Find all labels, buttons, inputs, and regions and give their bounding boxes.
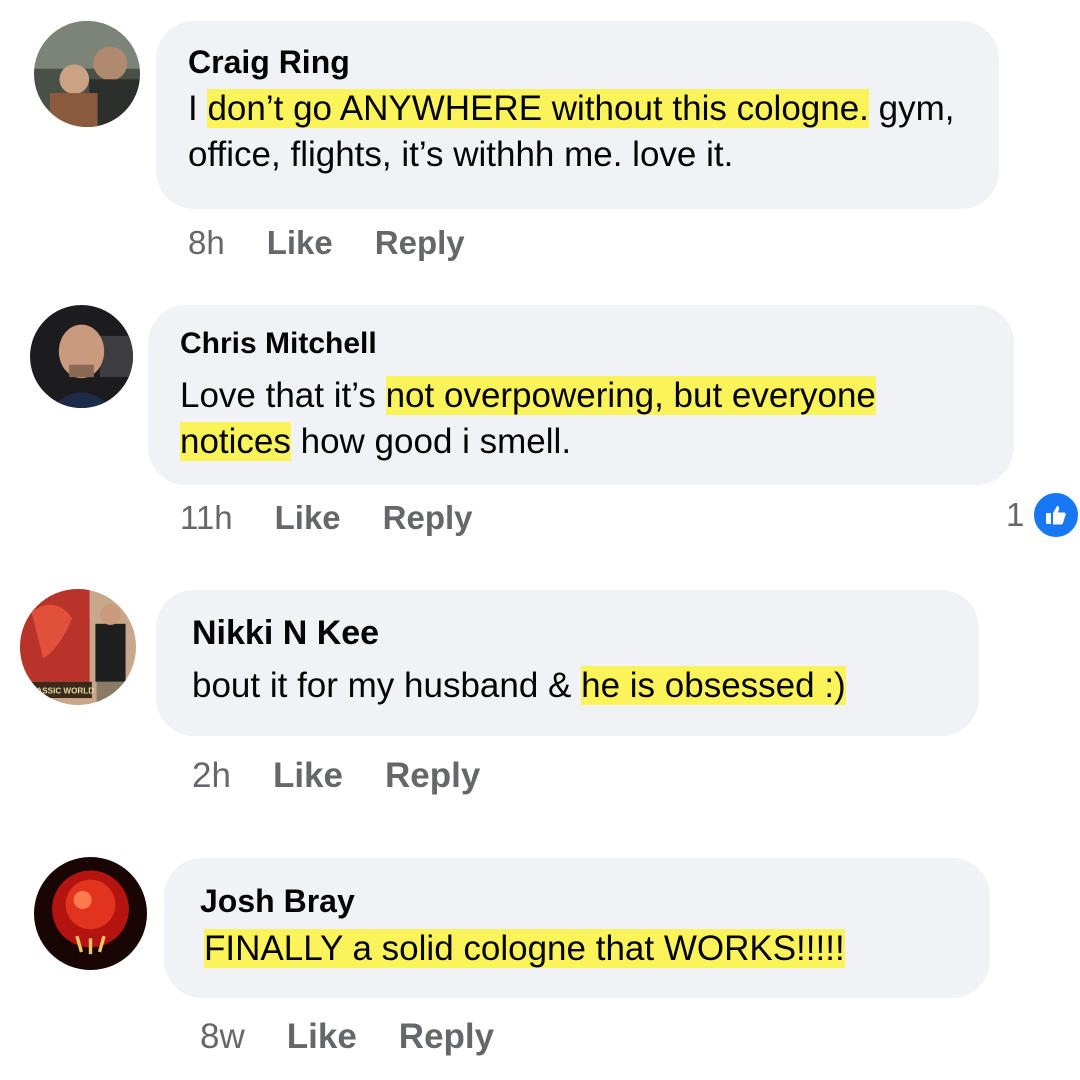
- avatar-photo: JURASSIC WORLD: [20, 589, 136, 705]
- avatar-photo: [30, 305, 133, 408]
- reply-button[interactable]: Reply: [375, 224, 465, 262]
- comment-text-highlight: don’t go ANYWHERE without this cologne.: [207, 89, 869, 128]
- thumbs-up-icon: [1032, 491, 1080, 539]
- comment-text: FINALLY a solid cologne that WORKS!!!!!: [204, 926, 974, 972]
- comment-text-highlight: he is obsessed :): [581, 666, 846, 705]
- avatar-photo: [34, 857, 147, 970]
- comment-author[interactable]: Craig Ring: [188, 44, 350, 81]
- avatar[interactable]: [30, 305, 133, 408]
- avatar-photo: [34, 21, 140, 127]
- comment-timestamp[interactable]: 8h: [188, 224, 225, 262]
- reply-button[interactable]: Reply: [385, 756, 480, 796]
- like-button[interactable]: Like: [273, 756, 343, 796]
- comment-text: Love that it’s not overpowering, but eve…: [180, 373, 980, 465]
- comment-text: bout it for my husband & he is obsessed …: [192, 663, 962, 709]
- comment-actions: 8h Like Reply: [188, 224, 465, 262]
- comment-text-highlight: FINALLY a solid cologne that WORKS!!!!!: [204, 929, 845, 968]
- avatar[interactable]: [34, 857, 147, 970]
- comment-timestamp[interactable]: 8w: [200, 1017, 245, 1057]
- like-button[interactable]: Like: [275, 499, 341, 537]
- reply-button[interactable]: Reply: [399, 1017, 494, 1057]
- comment-author[interactable]: Josh Bray: [200, 883, 355, 920]
- comment-timestamp[interactable]: 11h: [180, 499, 233, 537]
- like-button[interactable]: Like: [287, 1017, 357, 1057]
- reaction-count: 1: [1006, 496, 1025, 533]
- comment-author[interactable]: Chris Mitchell: [180, 327, 377, 361]
- comment-actions: 11h Like Reply: [180, 499, 473, 537]
- svg-text:JURASSIC WORLD: JURASSIC WORLD: [20, 686, 94, 695]
- reply-button[interactable]: Reply: [383, 499, 473, 537]
- comment-actions: 8w Like Reply: [200, 1017, 494, 1057]
- comment-text-plain: bout it for my husband &: [192, 666, 582, 705]
- comment-text: I don’t go ANYWHERE without this cologne…: [188, 86, 978, 178]
- avatar[interactable]: [34, 21, 140, 127]
- comment-timestamp[interactable]: 2h: [192, 756, 231, 796]
- comment-text-plain: how good i smell.: [290, 422, 572, 461]
- comment-author[interactable]: Nikki N Kee: [192, 614, 379, 653]
- avatar[interactable]: JURASSIC WORLD: [20, 589, 136, 705]
- like-button[interactable]: Like: [267, 224, 333, 262]
- reaction-summary[interactable]: 1: [1006, 491, 1080, 539]
- comment-actions: 2h Like Reply: [192, 756, 480, 796]
- comment-text-plain: I: [188, 89, 208, 128]
- comment-text-plain: Love that it’s: [180, 376, 386, 415]
